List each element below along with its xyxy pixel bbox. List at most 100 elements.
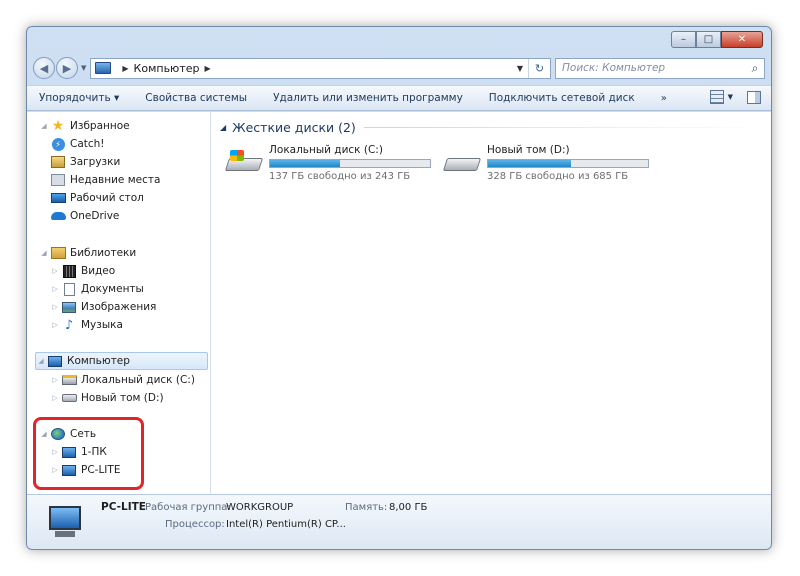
breadcrumb-computer[interactable]: Компьютер <box>134 62 200 75</box>
collapse-triangle-icon[interactable]: ▷ <box>50 376 60 384</box>
disk-item-c[interactable]: Локальный диск (C:) 137 ГБ свободно из 2… <box>224 144 440 184</box>
collapse-triangle-icon[interactable]: ▷ <box>50 394 60 402</box>
uninstall-program-button[interactable]: Удалить или изменить программу <box>273 92 463 104</box>
sidebar-computer[interactable]: ◢ Компьютер <box>35 352 208 370</box>
navigation-pane[interactable]: ◢ ★ Избранное ⚡ Catch! Загрузки Недавние… <box>27 112 211 494</box>
collapse-triangle-icon[interactable]: ▷ <box>50 321 60 329</box>
sidebar-item-documents[interactable]: ▷ Документы <box>50 280 144 298</box>
explorer-window: – □ ✕ ◀ ▶ ▼ ▶ Компьютер ▶ ▼ ↻ Поиск: Ком… <box>26 26 772 550</box>
sidebar-item-label: Загрузки <box>70 156 121 168</box>
view-dropdown-icon[interactable]: ▼ <box>728 93 733 101</box>
pictures-library-icon <box>62 301 76 313</box>
disk-name: Новый том (D:) <box>487 144 570 156</box>
system-properties-button[interactable]: Свойства системы <box>145 92 247 104</box>
group-collapse-icon[interactable]: ◢ <box>220 123 226 132</box>
collapse-triangle-icon[interactable]: ▷ <box>50 267 60 275</box>
content-area: ◢ ★ Избранное ⚡ Catch! Загрузки Недавние… <box>27 112 771 494</box>
group-header-hard-drives[interactable]: ◢ Жесткие диски (2) <box>220 120 765 135</box>
refresh-button[interactable]: ↻ <box>528 58 550 78</box>
sidebar-item-drive-c[interactable]: ▷ Локальный диск (C:) <box>50 371 195 389</box>
memory-value: 8,00 ГБ <box>389 502 428 513</box>
disk-name: Локальный диск (C:) <box>269 144 383 156</box>
search-icon[interactable]: ⌕ <box>746 61 764 76</box>
sidebar-item-pictures[interactable]: ▷ Изображения <box>50 298 156 316</box>
downloads-folder-icon <box>51 156 65 168</box>
breadcrumb-chevron-icon[interactable]: ▶ <box>122 64 128 73</box>
processor-label: Процессор: <box>165 519 225 530</box>
sidebar-item-label: Компьютер <box>67 355 130 367</box>
disk-usage-fill <box>488 160 572 167</box>
navigation-bar: ◀ ▶ ▼ ▶ Компьютер ▶ ▼ ↻ Поиск: Компьютер… <box>33 55 765 81</box>
desktop-icon <box>50 193 66 203</box>
hard-drive-icon <box>61 394 77 402</box>
refresh-icon: ↻ <box>534 61 545 75</box>
computer-large-icon <box>47 506 83 540</box>
view-controls: ▼ <box>709 90 761 104</box>
collapse-triangle-icon[interactable]: ▷ <box>50 285 60 293</box>
address-dropdown-icon[interactable]: ▼ <box>512 64 528 73</box>
sidebar-item-label: Музыка <box>81 319 123 331</box>
more-commands-button[interactable]: » <box>661 93 667 104</box>
recent-pages-dropdown[interactable]: ▼ <box>81 64 86 72</box>
sidebar-item-label: Библиотеки <box>70 247 137 259</box>
title-bar[interactable]: – □ ✕ <box>27 27 771 55</box>
forward-button[interactable]: ▶ <box>56 57 78 79</box>
organize-button[interactable]: Упорядочить ▾ <box>39 92 119 104</box>
address-bar[interactable]: ▶ Компьютер ▶ ▼ ↻ <box>90 57 551 79</box>
expand-triangle-icon[interactable]: ◢ <box>36 357 46 365</box>
network-highlight-annotation <box>33 417 144 490</box>
collapse-triangle-icon[interactable]: ▷ <box>50 303 60 311</box>
sidebar-item-recent-places[interactable]: Недавние места <box>50 171 160 189</box>
sidebar-item-music[interactable]: ▷ ♪ Музыка <box>50 316 123 334</box>
computer-icon <box>48 355 62 367</box>
documents-library-icon <box>63 282 75 296</box>
disk-usage-fill <box>270 160 340 167</box>
disk-item-d[interactable]: Новый том (D:) 328 ГБ свободно из 685 ГБ <box>442 144 658 184</box>
sidebar-item-downloads[interactable]: Загрузки <box>50 153 120 171</box>
maximize-button[interactable]: □ <box>696 31 721 48</box>
back-button[interactable]: ◀ <box>33 57 55 79</box>
sidebar-libraries[interactable]: ◢ Библиотеки <box>39 244 136 262</box>
close-button[interactable]: ✕ <box>721 31 763 48</box>
workgroup-label: Рабочая группа: <box>145 502 231 513</box>
computer-name: PC-LITE <box>101 501 146 513</box>
sidebar-item-label: Новый том (D:) <box>81 392 164 404</box>
disk-usage-bar <box>269 159 431 168</box>
workgroup-value: WORKGROUP <box>226 502 294 513</box>
details-pane: PC-LITE Рабочая группа: WORKGROUP Память… <box>27 494 771 549</box>
disk-free-space: 137 ГБ свободно из 243 ГБ <box>269 171 411 182</box>
sidebar-item-label: OneDrive <box>70 210 120 222</box>
sidebar-item-label: Рабочий стол <box>70 192 144 204</box>
music-note-icon: ♪ <box>64 317 74 333</box>
recent-places-icon <box>51 174 65 186</box>
video-library-icon <box>62 264 76 278</box>
command-bar: Упорядочить ▾ Свойства системы Удалить и… <box>27 85 771 111</box>
breadcrumb-chevron-icon[interactable]: ▶ <box>204 64 210 73</box>
window-controls: – □ ✕ <box>671 31 763 48</box>
memory-label: Память: <box>345 502 388 513</box>
file-list-pane[interactable]: ◢ Жесткие диски (2) Локальный диск (C:) … <box>212 112 771 494</box>
sidebar-item-desktop[interactable]: Рабочий стол <box>50 189 144 207</box>
sidebar-item-video[interactable]: ▷ Видео <box>50 262 115 280</box>
map-network-drive-button[interactable]: Подключить сетевой диск <box>489 92 635 104</box>
back-icon: ◀ <box>39 61 49 75</box>
sidebar-item-catch[interactable]: ⚡ Catch! <box>50 135 105 153</box>
system-drive-icon <box>224 150 264 174</box>
search-box[interactable]: Поиск: Компьютер ⌕ <box>555 57 765 79</box>
sidebar-item-label: Недавние места <box>70 174 161 186</box>
search-input[interactable]: Поиск: Компьютер <box>562 62 746 74</box>
change-view-icon[interactable] <box>709 90 724 104</box>
sidebar-item-label: Локальный диск (C:) <box>81 374 195 386</box>
expand-triangle-icon[interactable]: ◢ <box>39 249 49 257</box>
expand-triangle-icon[interactable]: ◢ <box>39 122 49 130</box>
minimize-button[interactable]: – <box>671 31 696 48</box>
sidebar-favorites[interactable]: ◢ ★ Избранное <box>39 117 129 135</box>
forward-icon: ▶ <box>62 61 72 75</box>
sidebar-item-label: Catch! <box>70 138 105 150</box>
sidebar-item-label: Изображения <box>81 301 157 313</box>
sidebar-item-onedrive[interactable]: OneDrive <box>50 207 119 225</box>
preview-pane-icon[interactable] <box>747 90 761 104</box>
star-icon: ★ <box>51 118 65 134</box>
sidebar-item-drive-d[interactable]: ▷ Новый том (D:) <box>50 389 164 407</box>
catch-icon: ⚡ <box>51 137 65 151</box>
